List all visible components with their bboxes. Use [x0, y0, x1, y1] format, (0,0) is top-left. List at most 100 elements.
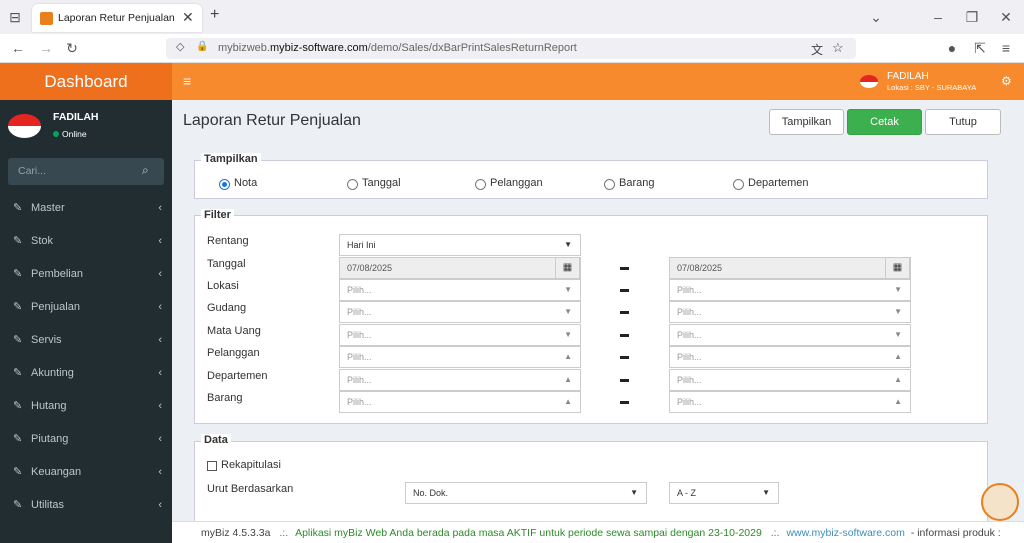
caret-icon: ▼: [564, 285, 572, 294]
sidebar-item-piutang[interactable]: ✎ Piutang ‹: [0, 423, 172, 456]
user-status: Online: [62, 129, 87, 139]
sidebar-toggle-icon[interactable]: ≡: [183, 73, 191, 89]
cetak-button[interactable]: Cetak: [847, 109, 922, 135]
edit-icon: ✎: [13, 268, 23, 280]
rekapitulasi-checkbox[interactable]: [207, 461, 217, 471]
rekapitulasi-label: Rekapitulasi: [221, 459, 281, 471]
sidebar-item-hutang[interactable]: ✎ Hutang ‹: [0, 390, 172, 423]
main-content: Laporan Retur Penjualan Tampilkan Cetak …: [172, 100, 1024, 531]
radio-label-nota: Nota: [234, 177, 258, 189]
footer-info: - informasi produk :: [910, 527, 1001, 539]
date-from-input[interactable]: 07/08/2025 ▦: [339, 257, 581, 279]
sort-field-select[interactable]: No. Dok. ▼: [405, 482, 647, 504]
gudang-from-select[interactable]: Pilih... ▼: [339, 301, 581, 323]
account-icon[interactable]: ●: [942, 38, 962, 58]
mata-uang-to-select[interactable]: Pilih... ▼: [669, 324, 911, 346]
rentang-select[interactable]: Hari Ini ▼: [339, 234, 581, 256]
radio-pelanggan[interactable]: [475, 179, 486, 190]
sort-order-select[interactable]: A - Z ▼: [669, 482, 779, 504]
extensions-icon[interactable]: ⇱: [970, 38, 990, 58]
calendar-icon[interactable]: ▦: [885, 257, 910, 279]
caret-icon: ▲: [564, 375, 572, 384]
filter-label-tanggal: Tanggal: [207, 258, 246, 270]
footer-notice: Aplikasi myBiz Web Anda berada pada masa…: [295, 527, 762, 539]
radio-nota[interactable]: [219, 179, 230, 190]
sidebar-search-input[interactable]: Cari... ⌕: [8, 158, 164, 185]
sidebar-item-servis[interactable]: ✎ Servis ‹: [0, 324, 172, 357]
departemen-from-select[interactable]: Pilih... ▲: [339, 369, 581, 391]
tampilkan-button[interactable]: Tampilkan: [769, 109, 844, 135]
radio-departemen[interactable]: [733, 179, 744, 190]
sidebar-item-keuangan[interactable]: ✎ Keuangan ‹: [0, 456, 172, 489]
sidebar-item-label: Servis: [31, 334, 62, 346]
barang-to-select[interactable]: Pilih... ▲: [669, 391, 911, 413]
edit-icon: ✎: [13, 202, 23, 214]
chevron-down-icon[interactable]: ⌄: [866, 7, 886, 27]
translate-icon[interactable]: 文: [811, 41, 823, 58]
sidebar-item-akunting[interactable]: ✎ Akunting ‹: [0, 357, 172, 390]
radio-label-pelanggan: Pelanggan: [490, 177, 543, 189]
caret-icon: ▲: [564, 397, 572, 406]
filter-label-rentang: Rentang: [207, 235, 249, 247]
filter-label-barang: Barang: [207, 392, 243, 404]
sidebar-item-label: Penjualan: [31, 301, 80, 313]
lokasi-from-select[interactable]: Pilih... ▼: [339, 279, 581, 301]
browser-tab[interactable]: Laporan Retur Penjualan ✕: [32, 4, 202, 32]
forward-icon[interactable]: →: [36, 38, 56, 58]
footer-link[interactable]: www.mybiz-software.com: [786, 527, 904, 539]
pelanggan-from-select[interactable]: Pilih... ▲: [339, 346, 581, 368]
lokasi-to-select[interactable]: Pilih... ▼: [669, 279, 911, 301]
footer-sep: .:.: [279, 527, 289, 539]
settings-gear-icon[interactable]: ⚙: [1001, 74, 1012, 88]
search-icon[interactable]: ⌕: [142, 163, 149, 178]
minimize-icon[interactable]: –: [928, 7, 948, 27]
tab-close-icon[interactable]: ✕: [182, 9, 194, 26]
sort-label: Urut Berdasarkan: [207, 483, 294, 495]
reload-icon[interactable]: ↻: [62, 38, 82, 58]
mata-uang-from-select[interactable]: Pilih... ▼: [339, 324, 581, 346]
sidebar-item-utilitas[interactable]: ✎ Utilitas ‹: [0, 489, 172, 522]
user-avatar: [8, 114, 41, 138]
radio-tanggal[interactable]: [347, 179, 358, 190]
gudang-to-select[interactable]: Pilih... ▼: [669, 301, 911, 323]
sidebar-item-label: Keuangan: [31, 466, 82, 478]
pelanggan-to-select[interactable]: Pilih... ▲: [669, 346, 911, 368]
tab-list-icon[interactable]: ⊟: [5, 7, 25, 27]
sidebar: FADILAH Online Cari... ⌕ ✎ Master ‹ ✎ Stok ‹ ✎…: [0, 100, 172, 543]
sidebar-item-pembelian[interactable]: ✎ Pembelian ‹: [0, 258, 172, 291]
sidebar-item-penjualan[interactable]: ✎ Penjualan ‹: [0, 291, 172, 324]
range-dash: [620, 334, 629, 337]
barang-from-select[interactable]: Pilih... ▲: [339, 391, 581, 413]
bookmark-star-icon[interactable]: ☆: [832, 40, 844, 56]
menu-icon[interactable]: ≡: [996, 38, 1016, 58]
chevron-left-icon: ‹: [158, 334, 162, 346]
caret-icon: ▼: [894, 307, 902, 316]
back-icon[interactable]: ←: [8, 38, 28, 58]
window-close-icon[interactable]: ✕: [996, 7, 1016, 27]
filter-label-lokasi: Lokasi: [207, 280, 239, 292]
shield-icon: ◇: [176, 41, 185, 53]
sidebar-item-stok[interactable]: ✎ Stok ‹: [0, 225, 172, 258]
radio-barang[interactable]: [604, 179, 615, 190]
address-bar[interactable]: ◇ 🔒 mybizweb.mybiz-software.com/demo/Sal…: [166, 38, 856, 59]
chevron-left-icon: ‹: [158, 499, 162, 511]
chat-assistant-icon[interactable]: [981, 483, 1019, 521]
calendar-icon[interactable]: ▦: [555, 257, 580, 279]
range-dash: [620, 356, 629, 359]
restore-icon[interactable]: ❐: [962, 7, 982, 27]
chevron-left-icon: ‹: [158, 466, 162, 478]
caret-icon: ▲: [894, 352, 902, 361]
tab-title: Laporan Retur Penjualan: [58, 12, 175, 24]
brand-logo[interactable]: Dashboard: [0, 63, 172, 100]
header-user-name[interactable]: FADILAH: [887, 71, 929, 82]
departemen-to-select[interactable]: Pilih... ▲: [669, 369, 911, 391]
new-tab-button[interactable]: +: [210, 6, 219, 24]
caret-icon: ▼: [564, 330, 572, 339]
tutup-button[interactable]: Tutup: [925, 109, 1001, 135]
filter-label-mata-uang: Mata Uang: [207, 325, 261, 337]
caret-down-icon: ▼: [564, 240, 572, 249]
footer: myBiz 4.5.3.3a .:. Aplikasi myBiz Web An…: [172, 521, 1024, 543]
sidebar-item-master[interactable]: ✎ Master ‹: [0, 192, 172, 225]
date-to-input[interactable]: 07/08/2025 ▦: [669, 257, 911, 279]
range-dash: [620, 289, 629, 292]
